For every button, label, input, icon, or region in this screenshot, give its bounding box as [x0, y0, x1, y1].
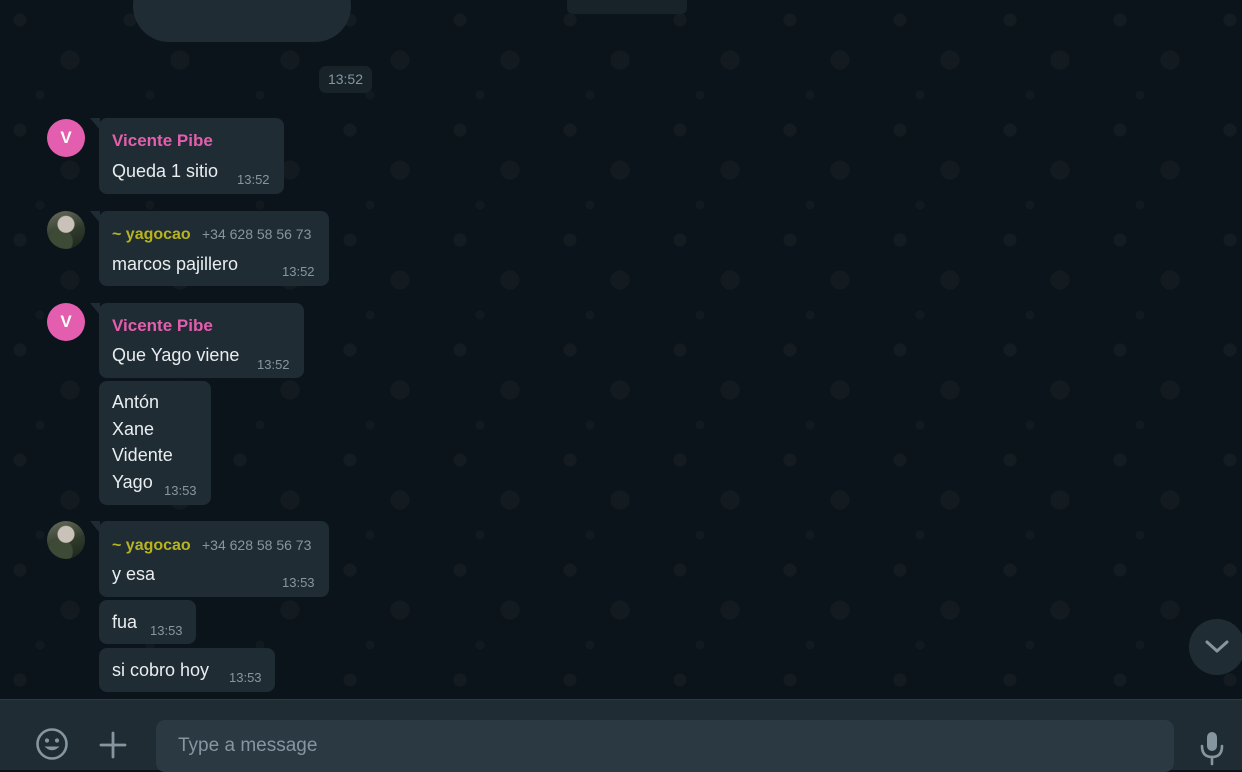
scroll-down-button[interactable]: [1189, 619, 1242, 675]
message-bubble[interactable]: ~ yagocao +34 628 58 56 73 y esa 13:53: [90, 521, 329, 597]
message-time: 13:52: [282, 264, 315, 279]
microphone-icon: [1200, 732, 1224, 766]
partial-message-bubble: [133, 0, 351, 42]
message-bubble[interactable]: si cobro hoy 13:53: [99, 648, 275, 692]
sender-phone: +34 628 58 56 73: [202, 226, 312, 242]
message-time: 13:53: [164, 483, 197, 498]
message-bubble[interactable]: fua 13:53: [99, 600, 196, 644]
voice-message-button[interactable]: [1198, 730, 1226, 766]
message-text: Queda 1 sitio: [112, 161, 219, 181]
message-time: 13:53: [229, 670, 262, 685]
plus-icon: [99, 731, 127, 759]
message-bubble[interactable]: Vicente Pibe Queda 1 sitio 13:52: [90, 118, 284, 194]
sender-name[interactable]: ~ yagocao: [112, 226, 191, 244]
date-divider: 13:52: [319, 66, 372, 93]
message-text: marcos pajillero: [112, 254, 239, 274]
partial-message-bubble: [567, 0, 687, 14]
chevron-down-icon: [1205, 640, 1229, 653]
avatar[interactable]: [47, 521, 85, 559]
message-text: Que Yago viene: [112, 345, 240, 365]
chat-panel[interactable]: 13:52 V Vicente Pibe Queda 1 sitio 13:52…: [0, 0, 1242, 700]
message-text: y esa: [112, 564, 156, 584]
message-time: 13:53: [282, 575, 315, 590]
message-time: 13:52: [237, 172, 270, 187]
sender-phone: +34 628 58 56 73: [202, 537, 312, 553]
message-text: si cobro hoy: [112, 660, 210, 680]
message-text: fua: [112, 612, 138, 632]
emoji-icon: [36, 728, 68, 760]
message-text: Antón Xane Vidente Yago: [112, 392, 173, 492]
sender-name[interactable]: ~ yagocao: [112, 537, 191, 555]
message-bubble[interactable]: Vicente Pibe Que Yago viene 13:52: [90, 303, 304, 378]
message-bubble[interactable]: ~ yagocao +34 628 58 56 73 marcos pajill…: [90, 211, 329, 286]
attach-button[interactable]: [98, 730, 128, 760]
avatar[interactable]: V: [47, 119, 85, 157]
sender-name[interactable]: Vicente Pibe: [112, 131, 213, 151]
message-time: 13:52: [257, 357, 290, 372]
message-bubble[interactable]: Antón Xane Vidente Yago 13:53: [99, 381, 211, 505]
message-time: 13:53: [150, 623, 183, 638]
emoji-button[interactable]: [35, 727, 69, 761]
compose-bar: [0, 699, 1242, 772]
avatar[interactable]: [47, 211, 85, 249]
sender-name[interactable]: Vicente Pibe: [112, 316, 213, 336]
message-input[interactable]: [156, 720, 1174, 772]
avatar[interactable]: V: [47, 303, 85, 341]
